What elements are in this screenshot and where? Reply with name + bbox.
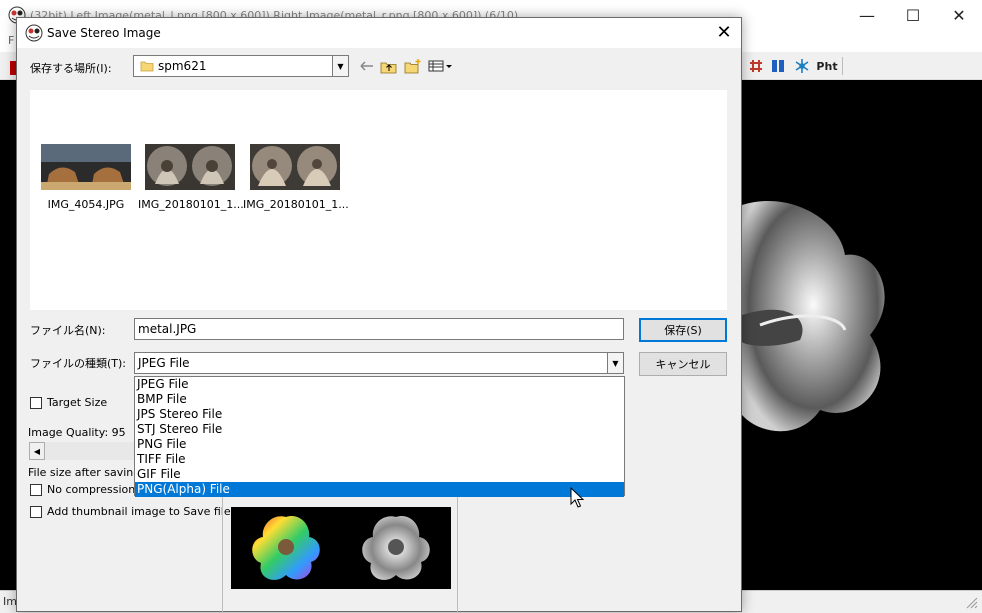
file-size-label: File size after saving : [28, 466, 148, 479]
dialog-title: Save Stereo Image [47, 26, 161, 40]
filename-input[interactable] [134, 318, 624, 340]
filename-label: ファイル名(N): [30, 324, 106, 337]
filetype-dropdown-list[interactable]: JPEG File BMP File JPS Stereo File STJ S… [134, 376, 625, 497]
filetype-option[interactable]: PNG File [135, 437, 624, 452]
filetype-option[interactable]: JPEG File [135, 377, 624, 392]
filetype-option-selected[interactable]: PNG(Alpha) File [135, 482, 624, 497]
add-thumbnail-checkbox[interactable] [30, 506, 42, 518]
filetype-option[interactable]: TIFF File [135, 452, 624, 467]
resize-grip-icon[interactable] [966, 597, 978, 609]
new-folder-icon[interactable] [403, 56, 423, 76]
close-app-button[interactable]: ✕ [936, 0, 982, 32]
lookin-combo[interactable]: spm621 ▼ [133, 55, 349, 77]
pht-button[interactable]: Pht [816, 56, 838, 76]
file-item[interactable]: IMG_20180101_1... [243, 144, 349, 211]
file-item[interactable]: IMG_20180101_1... [138, 144, 244, 211]
file-name: IMG_4054.JPG [47, 198, 125, 211]
menu-file[interactable]: F [8, 34, 14, 47]
folder-icon [140, 61, 154, 72]
save-button[interactable]: 保存(S) [639, 318, 727, 342]
mouse-cursor-icon [570, 487, 584, 508]
back-arrow-icon[interactable] [357, 56, 377, 76]
file-thumbnail [145, 144, 235, 190]
file-list-view[interactable]: IMG_4054.JPG IMG_20180101_1... IMG_20180… [30, 90, 727, 310]
status-text: Im [3, 595, 17, 608]
maximize-button[interactable]: ☐ [890, 0, 936, 32]
save-stereo-image-dialog: Save Stereo Image ✕ 保存する場所(I): spm621 ▼ … [16, 17, 742, 613]
chevron-down-icon[interactable]: ▼ [607, 353, 623, 373]
view-menu-icon[interactable] [427, 56, 455, 76]
snowflake-icon[interactable] [792, 56, 812, 76]
app-icon [25, 24, 43, 42]
toolbar-separator [842, 57, 843, 75]
filetype-option[interactable]: JPS Stereo File [135, 407, 624, 422]
filetype-label: ファイルの種類(T): [30, 357, 127, 370]
stereo-preview [231, 507, 451, 589]
file-item[interactable]: IMG_4054.JPG [34, 144, 138, 211]
slider-left-arrow-icon[interactable]: ◀ [29, 442, 45, 460]
target-size-checkbox[interactable] [30, 397, 42, 409]
file-name: IMG_20180101_1... [138, 198, 244, 211]
chevron-down-icon[interactable]: ▼ [332, 56, 348, 76]
filetype-option[interactable]: BMP File [135, 392, 624, 407]
filetype-option[interactable]: GIF File [135, 467, 624, 482]
grid-icon[interactable] [746, 56, 766, 76]
file-thumbnail [41, 144, 131, 190]
filetype-combo[interactable]: JPEG File ▼ [134, 352, 624, 374]
filetype-option[interactable]: STJ Stereo File [135, 422, 624, 437]
lookin-label: 保存する場所(I): [30, 62, 112, 75]
add-thumbnail-label: Add thumbnail image to Save file [47, 505, 231, 518]
filetype-value: JPEG File [138, 356, 190, 370]
lookin-value: spm621 [158, 59, 207, 73]
file-thumbnail [250, 144, 340, 190]
no-compression-checkbox[interactable] [30, 484, 42, 496]
image-quality-label: Image Quality: 95 [28, 426, 126, 439]
file-name: IMG_20180101_1... [243, 198, 349, 211]
dialog-close-button[interactable]: ✕ [707, 18, 741, 48]
target-size-label: Target Size [47, 396, 108, 409]
minimize-button[interactable]: — [844, 0, 890, 32]
cancel-button[interactable]: キャンセル [639, 352, 727, 376]
up-folder-icon[interactable] [379, 56, 399, 76]
pause-icon[interactable] [768, 56, 788, 76]
dialog-titlebar: Save Stereo Image ✕ [17, 18, 741, 48]
